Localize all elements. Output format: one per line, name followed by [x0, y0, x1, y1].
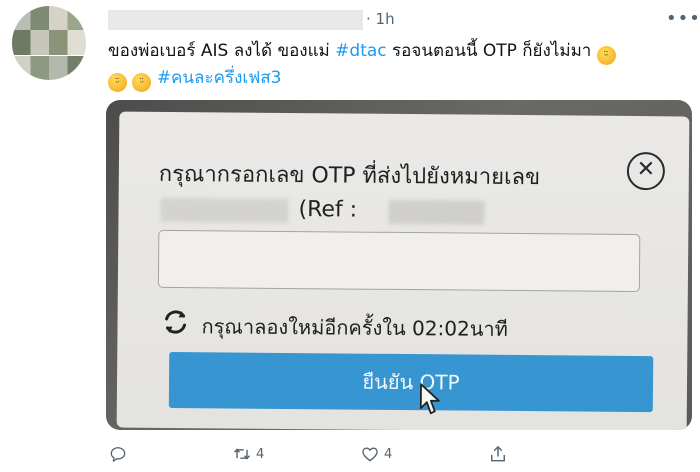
retweet-icon [233, 448, 251, 460]
like-count: 4 [384, 446, 393, 462]
hashtag-dtac[interactable]: #dtac [335, 41, 386, 61]
retweet-button[interactable]: 4 [232, 443, 264, 465]
refresh-icon[interactable] [161, 308, 189, 336]
steam-from-nose-face-emoji: ᵕ̈ [108, 73, 127, 92]
like-button[interactable]: 4 [360, 443, 392, 465]
avatar[interactable] [12, 6, 86, 80]
blurred-ref-code [388, 199, 485, 225]
more-dots-icon[interactable]: ••• [666, 8, 700, 29]
steam-from-nose-face-emoji: ᵕ̈ [596, 46, 616, 65]
steam-from-nose-face-emoji: ᵕ̈ [132, 73, 152, 92]
tweet-text-part1: ของพ่อเบอร์ AIS ลงได้ ของแม่ [108, 41, 336, 61]
close-icon[interactable]: ✕ [626, 151, 666, 191]
blurred-username[interactable] [108, 10, 363, 30]
tweet-photo[interactable]: กรุณากรอกเลข OTP ที่ส่งไปยังหมายเลข ✕ (R… [106, 100, 692, 430]
resend-countdown: กรุณาลองใหม่อีกครั้งใน 02:02นาที [201, 314, 508, 341]
reply-icon [110, 447, 126, 462]
share-button[interactable] [488, 443, 512, 465]
ref-label: (Ref : [298, 197, 358, 223]
hashtag-half-half-phase3[interactable]: #คนละครึ่งเฟส3 [157, 68, 282, 88]
retweet-count: 4 [256, 446, 265, 462]
otp-input[interactable] [157, 229, 641, 293]
share-icon [491, 445, 505, 462]
reply-button[interactable] [108, 443, 132, 465]
tweet-text-part2: รอจนตอนนี้ OTP ก็ยังไม่มา [386, 41, 597, 61]
heart-icon [362, 447, 378, 462]
mouse-cursor-icon [419, 383, 440, 415]
otp-dialog-title: กรุณากรอกเลข OTP ที่ส่งไปยังหมายเลข [158, 161, 541, 191]
tweet-text: ของพ่อเบอร์ AIS ลงได้ ของแม่ #dtac รอจนต… [108, 38, 693, 92]
blurred-phone-number [160, 197, 289, 223]
otp-dialog: กรุณากรอกเลข OTP ที่ส่งไปยังหมายเลข ✕ (R… [116, 111, 690, 430]
tweet-timestamp[interactable]: · 1h [366, 10, 395, 28]
confirm-otp-button[interactable]: ยืนยัน OTP [168, 351, 654, 413]
